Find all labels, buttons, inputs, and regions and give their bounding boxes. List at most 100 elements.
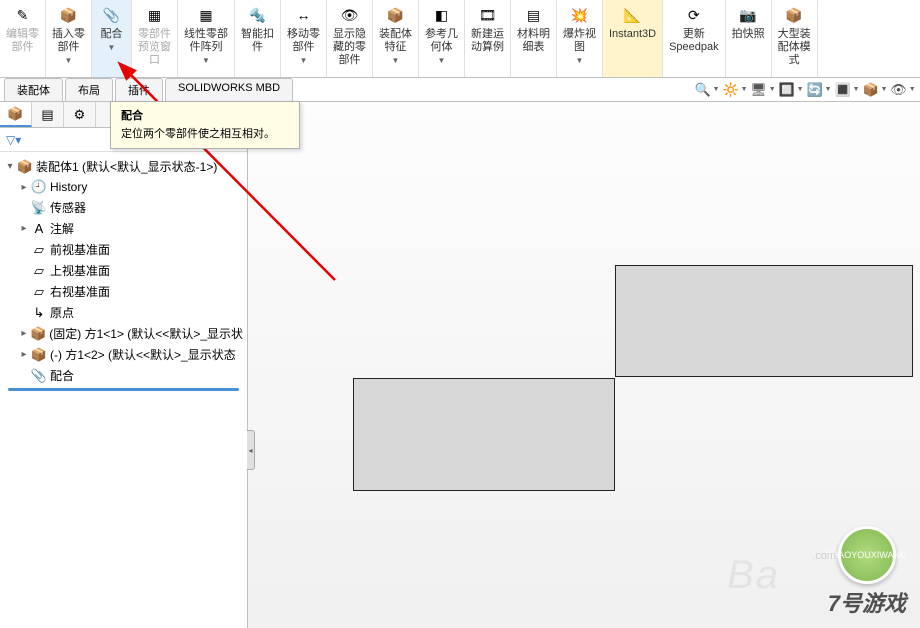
tree-item-label: History	[50, 180, 87, 194]
ribbon-toolbar: ✎编辑零 部件📦插入零 部件▼📎配合▼▦零部件 预览窗 口▦线性零部 件阵列▼🔩…	[0, 0, 920, 78]
dropdown-icon[interactable]: ▼	[576, 56, 584, 65]
ribbon-icon-14: ⟳	[683, 4, 705, 26]
watermark-text: 7号游戏	[828, 586, 906, 618]
ribbon-icon-4: ▦	[195, 4, 217, 26]
panel-collapse-handle[interactable]: ◂	[247, 430, 255, 470]
ribbon-5[interactable]: 🔩智能扣 件	[235, 0, 281, 77]
mate-tooltip: 配合 定位两个零部件使之相互相对。	[110, 101, 300, 149]
expand-icon[interactable]: ▸	[18, 223, 30, 234]
ribbon-label-9: 参考几 何体	[425, 28, 458, 54]
expand-icon[interactable]: ▸	[18, 182, 30, 193]
dropdown-icon[interactable]: ▼	[392, 56, 400, 65]
ribbon-icon-5: 🔩	[247, 4, 269, 26]
tree-separator	[8, 388, 239, 391]
ribbon-icon-11: ▤	[523, 4, 545, 26]
ribbon-label-2: 配合	[101, 28, 123, 41]
tree-item-icon: 📦	[30, 347, 48, 363]
panel-tab-2[interactable]: ⚙	[64, 102, 96, 127]
ribbon-0[interactable]: ✎编辑零 部件	[0, 0, 46, 77]
dropdown-icon[interactable]: ▼	[65, 56, 73, 65]
ribbon-label-6: 移动零 部件	[287, 28, 320, 54]
dropdown-icon[interactable]: ▼	[108, 43, 116, 52]
ribbon-6[interactable]: ↔移动零 部件▼	[281, 0, 327, 77]
ribbon-7[interactable]: 👁显示隐 藏的零 部件	[327, 0, 373, 77]
ribbon-1[interactable]: 📦插入零 部件▼	[46, 0, 92, 77]
main-area: 📦▤⚙ ▽▾ ▾ 📦 装配体1 (默认<默认_显示状态-1>) ▸🕘Histor…	[0, 102, 920, 628]
mini-tool-7[interactable]: 👁▼	[892, 81, 914, 99]
ribbon-label-1: 插入零 部件	[52, 28, 85, 54]
ribbon-8[interactable]: 📦装配体 特征 ▼	[373, 0, 419, 77]
tree-item-icon: ↳	[30, 305, 48, 321]
expand-icon[interactable]: ▾	[4, 161, 16, 172]
ribbon-label-13: Instant3D	[609, 28, 656, 41]
tree-item-9[interactable]: 📎配合	[2, 365, 245, 386]
ribbon-14[interactable]: ⟳更新 Speedpak	[663, 0, 726, 77]
tab-3[interactable]: SOLIDWORKS MBD	[165, 78, 293, 101]
tree-item-8[interactable]: ▸📦(-) 方1<2> (默认<<默认>_显示状态	[2, 344, 245, 365]
mini-tool-3[interactable]: 🔲▼	[780, 81, 802, 99]
tab-0[interactable]: 装配体	[4, 78, 63, 101]
ribbon-icon-0: ✎	[12, 4, 34, 26]
tree-item-icon: 🕘	[30, 179, 48, 195]
tree-item-3[interactable]: ▱前视基准面	[2, 239, 245, 260]
dropdown-icon[interactable]: ▼	[202, 56, 210, 65]
mini-tool-6[interactable]: 📦▼	[864, 81, 886, 99]
tree-item-6[interactable]: ↳原点	[2, 302, 245, 323]
ribbon-label-8: 装配体 特征	[379, 28, 412, 54]
ribbon-13[interactable]: 📐 Instant3D	[603, 0, 663, 77]
tree-item-label: 配合	[50, 367, 74, 384]
tree-item-1[interactable]: 📡传感器	[2, 197, 245, 218]
tree-item-7[interactable]: ▸📦(固定) 方1<1> (默认<<默认>_显示状	[2, 323, 245, 344]
panel-tab-0[interactable]: 📦	[0, 102, 32, 127]
tree-item-0[interactable]: ▸🕘History	[2, 177, 245, 197]
tree-item-icon: ▱	[30, 263, 48, 279]
tree-item-4[interactable]: ▱上视基准面	[2, 260, 245, 281]
mini-tool-0[interactable]: 🔍▼	[696, 81, 718, 99]
tooltip-title: 配合	[121, 108, 289, 124]
ribbon-16[interactable]: 📦大型装 配体模 式	[772, 0, 818, 77]
expand-icon[interactable]: ▸	[18, 349, 30, 360]
ribbon-icon-13: 📐	[622, 4, 644, 26]
tree-item-icon: 📦	[30, 326, 48, 342]
watermark-site: .com	[812, 550, 836, 562]
ribbon-icon-8: 📦	[385, 4, 407, 26]
assembly-icon: 📦	[16, 159, 34, 175]
tree-root[interactable]: ▾ 📦 装配体1 (默认<默认_显示状态-1>)	[2, 156, 245, 177]
watermark: .com 7HAOYOUXIWANG 7号游戏	[828, 526, 906, 618]
ribbon-icon-7: 👁	[339, 4, 361, 26]
ribbon-10[interactable]: 🎞新建运 动算例	[465, 0, 511, 77]
tree-item-icon: ▱	[30, 242, 48, 258]
ribbon-12[interactable]: 💥爆炸视 图▼	[557, 0, 603, 77]
tree-item-2[interactable]: ▸A注解	[2, 218, 245, 239]
tree-item-icon: A	[30, 221, 48, 236]
expand-icon[interactable]: ▸	[18, 328, 30, 339]
mini-tool-1[interactable]: 🔆▼	[724, 81, 746, 99]
tab-1[interactable]: 布局	[65, 78, 113, 101]
tree-root-label: 装配体1 (默认<默认_显示状态-1>)	[36, 158, 217, 175]
ribbon-label-10: 新建运 动算例	[471, 28, 504, 54]
ribbon-label-7: 显示隐 藏的零 部件	[333, 28, 366, 67]
ribbon-9[interactable]: ◧参考几 何体▼	[419, 0, 465, 77]
dropdown-icon[interactable]: ▼	[438, 56, 446, 65]
ribbon-label-0: 编辑零 部件	[6, 28, 39, 54]
mini-tool-5[interactable]: 🔳▼	[836, 81, 858, 99]
dropdown-icon[interactable]: ▼	[300, 56, 308, 65]
ribbon-2[interactable]: 📎配合▼	[92, 0, 132, 77]
part-rect-2[interactable]	[353, 378, 615, 491]
part-rect-1[interactable]	[615, 265, 913, 377]
ribbon-4[interactable]: ▦线性零部 件阵列▼	[178, 0, 235, 77]
ribbon-icon-16: 📦	[783, 4, 805, 26]
panel-tab-1[interactable]: ▤	[32, 102, 64, 127]
tab-2[interactable]: 插件	[115, 78, 163, 101]
ribbon-label-3: 零部件 预览窗 口	[138, 28, 171, 67]
ribbon-15[interactable]: 📷拍快照	[726, 0, 772, 77]
mini-tool-2[interactable]: 🖥▼	[752, 81, 774, 99]
ribbon-label-14: 更新 Speedpak	[669, 28, 719, 54]
ribbon-label-5: 智能扣 件	[241, 28, 274, 54]
ribbon-11[interactable]: ▤材料明 细表	[511, 0, 557, 77]
ribbon-3[interactable]: ▦零部件 预览窗 口	[132, 0, 178, 77]
tree-item-5[interactable]: ▱右视基准面	[2, 281, 245, 302]
tree-item-label: (固定) 方1<1> (默认<<默认>_显示状	[49, 325, 243, 342]
mini-tool-4[interactable]: 🔄▼	[808, 81, 830, 99]
view-mini-tools: 🔍▼ 🔆▼ 🖥▼ 🔲▼ 🔄▼ 🔳▼ 📦▼ 👁▼	[696, 81, 914, 99]
